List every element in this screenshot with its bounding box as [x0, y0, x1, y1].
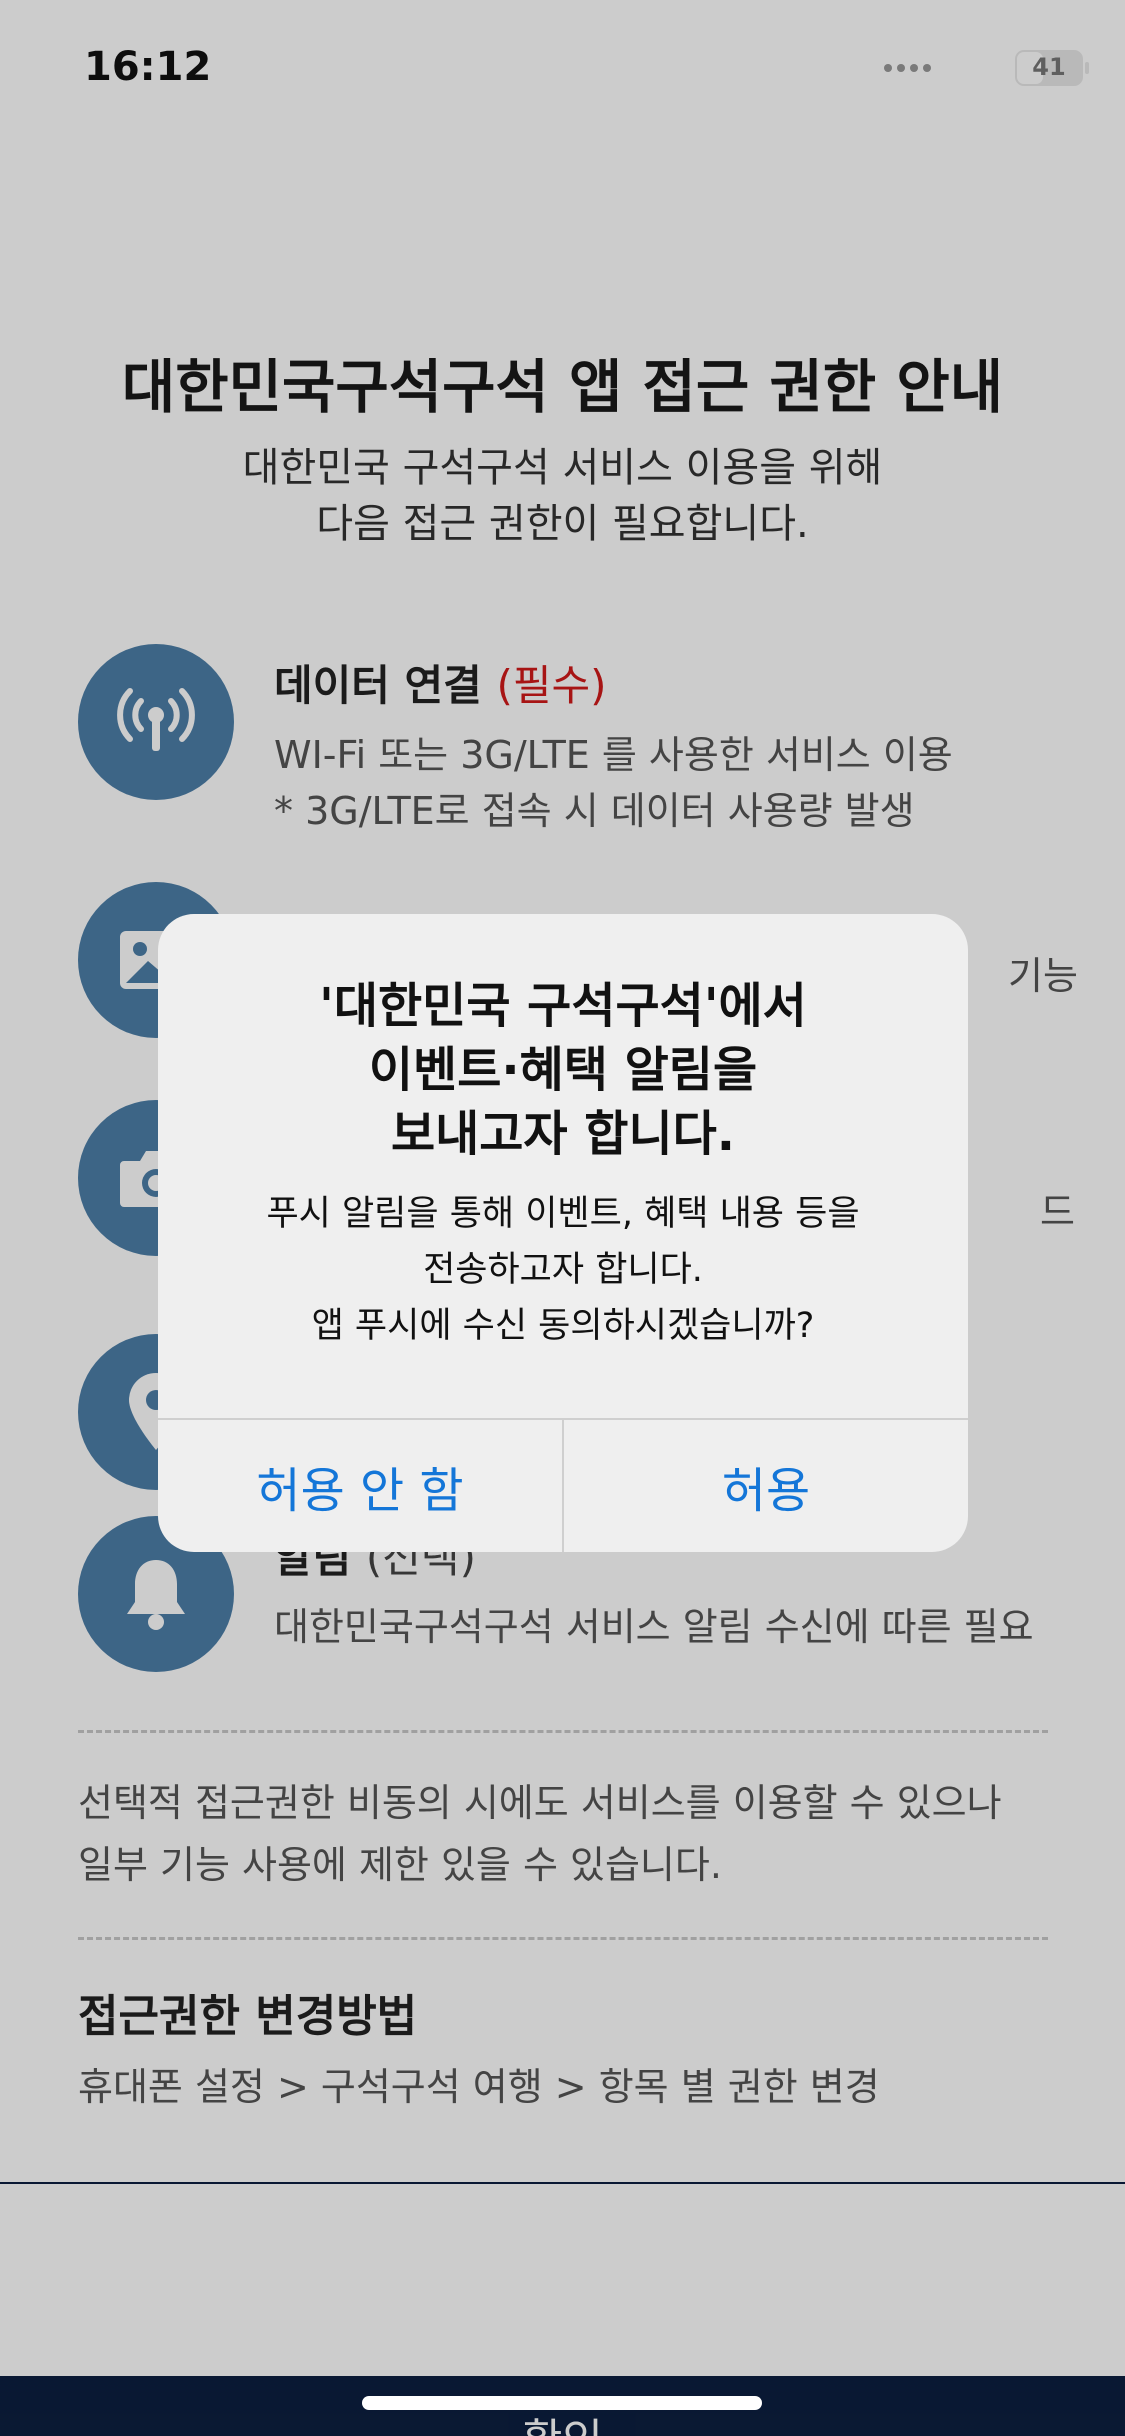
alert-message: 푸시 알림을 통해 이벤트, 혜택 내용 등을 전송하고자 합니다. 앱 푸시에…	[158, 1186, 968, 1354]
alert-message-line: 앱 푸시에 수신 동의하시겠습니까?	[311, 1306, 815, 1346]
alert-title: '대한민국 구석구석'에서 이벤트·혜택 알림을 보내고자 합니다.	[158, 974, 968, 1166]
alert-title-line: 보내고자 합니다.	[390, 1106, 736, 1162]
allow-button[interactable]: 허용	[564, 1420, 968, 1552]
alert-message-line: 전송하고자 합니다.	[423, 1250, 703, 1290]
alert-title-line: '대한민국 구석구석'에서	[319, 978, 807, 1034]
push-permission-alert: '대한민국 구석구석'에서 이벤트·혜택 알림을 보내고자 합니다. 푸시 알림…	[158, 914, 968, 1552]
alert-title-line: 이벤트·혜택 알림을	[368, 1042, 758, 1098]
home-indicator[interactable]	[362, 2396, 762, 2410]
alert-message-line: 푸시 알림을 통해 이벤트, 혜택 내용 등을	[266, 1194, 860, 1234]
deny-button[interactable]: 허용 안 함	[158, 1420, 562, 1552]
